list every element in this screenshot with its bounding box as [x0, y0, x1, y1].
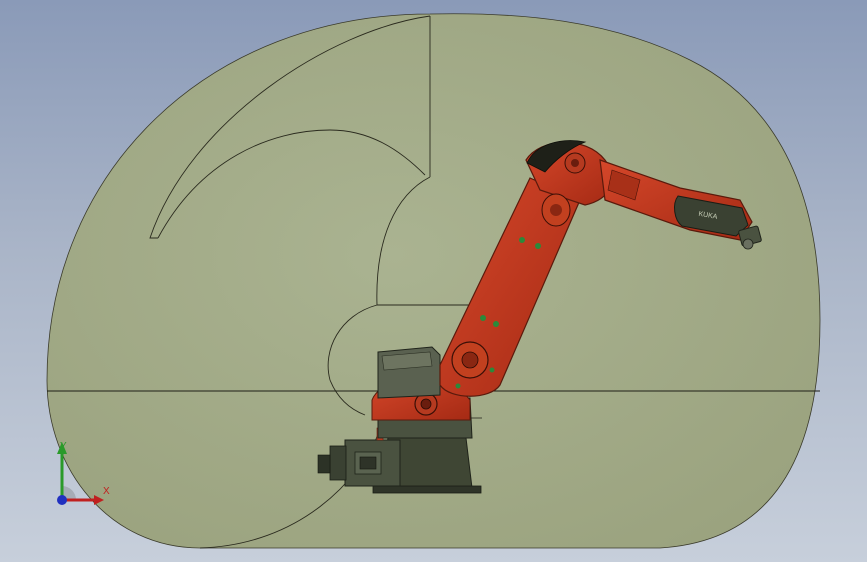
coordinate-triad: X Y — [40, 438, 120, 508]
robot-reach-envelope-scene[interactable]: KUKA — [0, 0, 867, 562]
robot-counterbalance[interactable] — [377, 346, 441, 399]
triad-y-label: Y — [60, 441, 67, 452]
triad-x-label: X — [103, 486, 110, 497]
cad-viewport[interactable]: KUKA X Y — [0, 0, 867, 562]
triad-axes-icon — [57, 442, 104, 505]
